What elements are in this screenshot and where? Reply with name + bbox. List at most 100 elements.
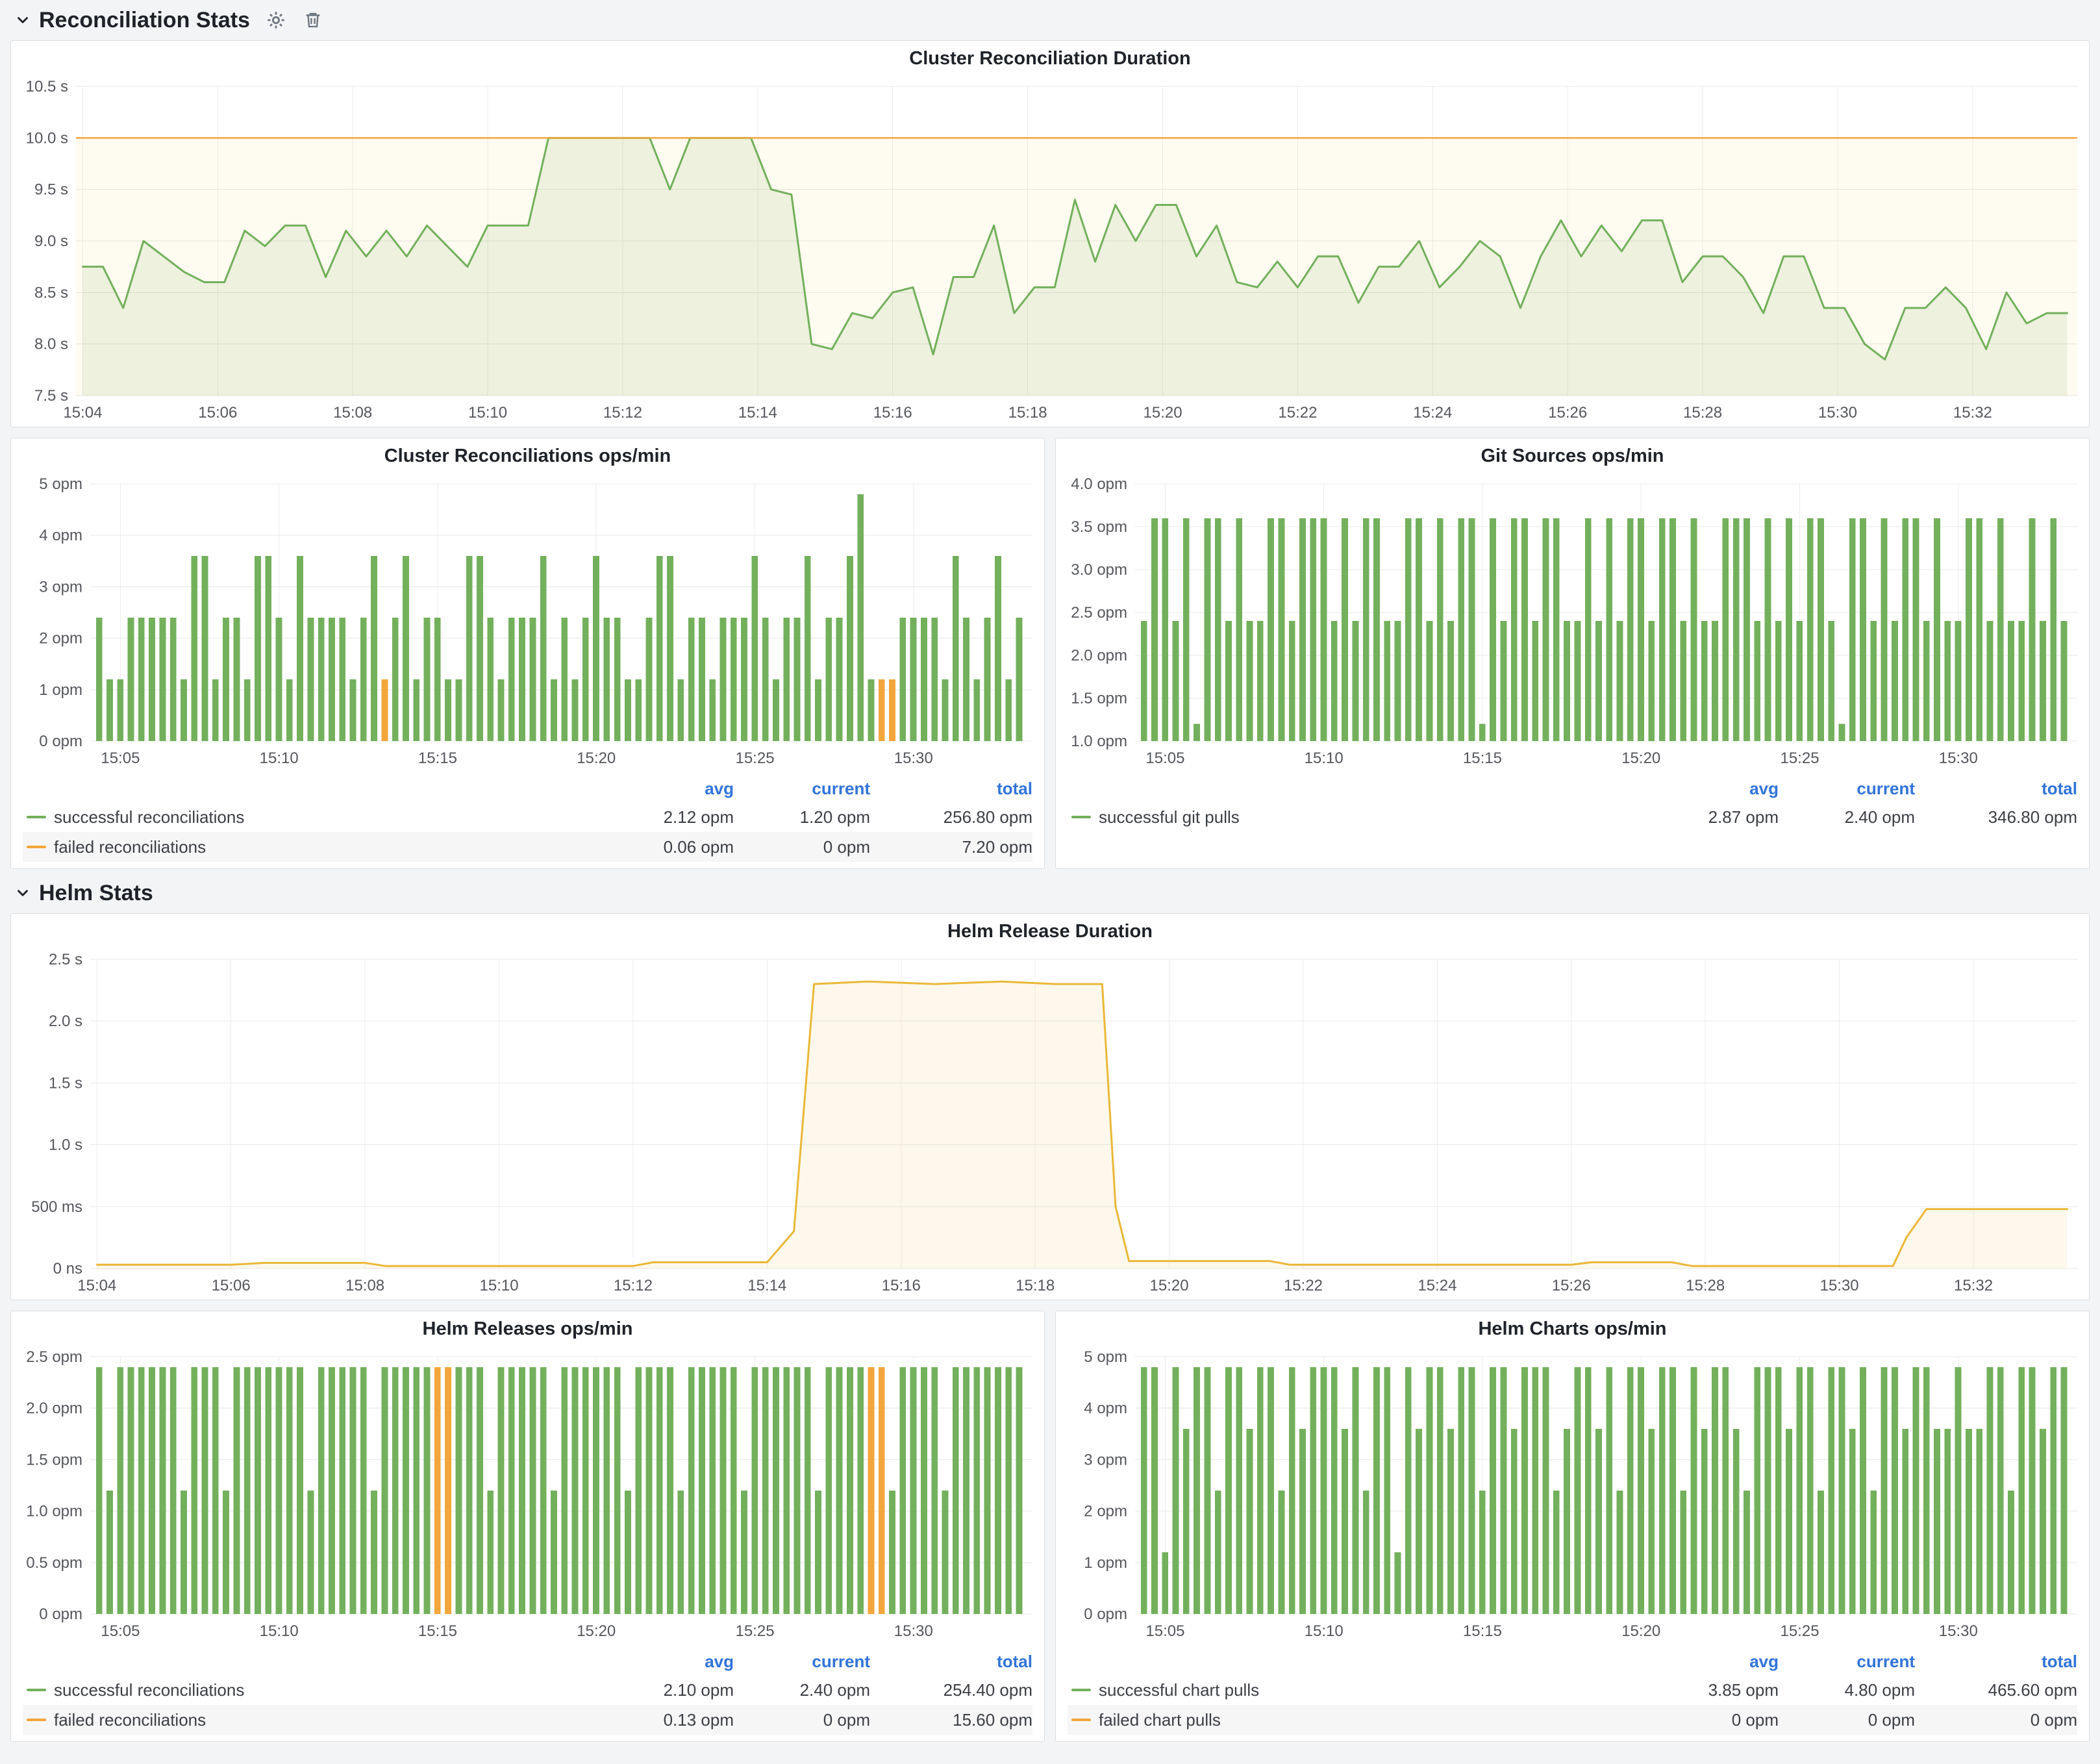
svg-text:0.5 opm: 0.5 opm — [26, 1554, 82, 1572]
svg-text:15:16: 15:16 — [882, 1277, 921, 1294]
cluster-reconciliations-opm-svg[interactable]: 15:0515:1015:1515:2015:2515:300 opm1 opm… — [11, 473, 1044, 772]
legend-total-value: 256.80 opm — [870, 807, 1032, 827]
svg-text:15:28: 15:28 — [1683, 404, 1722, 422]
legend-header-row: avg current total — [1068, 1648, 2077, 1675]
legend-avg-value: 0.06 opm — [591, 837, 734, 857]
legend-series-label[interactable]: failed reconciliations — [54, 1710, 206, 1730]
chart-git-sources-opm[interactable]: 15:0515:1015:1515:2015:2515:301.0 opm1.5… — [1056, 473, 2089, 772]
svg-text:1 opm: 1 opm — [39, 681, 82, 699]
svg-text:15:30: 15:30 — [894, 1622, 933, 1640]
svg-text:15:08: 15:08 — [333, 404, 372, 422]
svg-text:15:20: 15:20 — [1150, 1277, 1189, 1294]
legend-sort-avg[interactable]: avg — [591, 779, 734, 799]
svg-text:15:20: 15:20 — [577, 750, 616, 767]
svg-text:1.0 opm: 1.0 opm — [26, 1503, 82, 1520]
panel-title[interactable]: Helm Releases ops/min — [11, 1311, 1044, 1346]
legend-series-label[interactable]: failed chart pulls — [1099, 1710, 1221, 1730]
legend-current-value: 4.80 opm — [1779, 1680, 1915, 1700]
legend-series-label[interactable]: failed reconciliations — [54, 837, 206, 857]
panel-title[interactable]: Helm Release Duration — [11, 914, 2089, 949]
panel-title[interactable]: Cluster Reconciliation Duration — [11, 41, 2089, 76]
git-sources-opm-svg[interactable]: 15:0515:1015:1515:2015:2515:301.0 opm1.5… — [1056, 473, 2089, 772]
panel-title[interactable]: Helm Charts ops/min — [1056, 1311, 2089, 1346]
svg-text:2.5 opm: 2.5 opm — [1071, 604, 1127, 622]
section-header-reconciliation-stats[interactable]: Reconciliation Stats — [10, 0, 2090, 40]
chevron-down-icon — [14, 12, 31, 29]
legend-sort-current[interactable]: current — [734, 1652, 870, 1672]
chart-cluster-reconciliations-opm[interactable]: 15:0515:1015:1515:2015:2515:300 opm1 opm… — [11, 473, 1044, 772]
chart-cluster-reconciliation-duration[interactable]: 15:0415:0615:0815:1015:1215:1415:1615:18… — [11, 76, 2089, 427]
svg-text:3 opm: 3 opm — [39, 578, 82, 596]
legend-total-value: 346.80 opm — [1915, 807, 2077, 827]
legend-total-value: 7.20 opm — [870, 837, 1032, 857]
chart-helm-release-duration[interactable]: 15:0415:0615:0815:1015:1215:1415:1615:18… — [11, 949, 2089, 1300]
svg-text:15:28: 15:28 — [1686, 1277, 1725, 1294]
svg-text:15:25: 15:25 — [1780, 750, 1819, 767]
svg-text:0 opm: 0 opm — [39, 733, 82, 750]
chart-helm-releases-opm[interactable]: 15:0515:1015:1515:2015:2515:300 opm0.5 o… — [11, 1346, 1044, 1645]
svg-text:8.0 s: 8.0 s — [34, 336, 68, 353]
svg-text:2.0 opm: 2.0 opm — [1071, 647, 1127, 664]
panel-helm-charts-opm: Helm Charts ops/min 15:0515:1015:1515:20… — [1055, 1311, 2090, 1742]
legend-helm-releases: avg current total successful reconciliat… — [11, 1645, 1044, 1741]
legend-row-successful-reconciliations: successful reconciliations 2.10 opm 2.40… — [23, 1675, 1032, 1705]
panel-title[interactable]: Git Sources ops/min — [1056, 438, 2089, 473]
svg-text:15:15: 15:15 — [418, 750, 457, 767]
legend-row-failed-chart-pulls: failed chart pulls 0 opm 0 opm 0 opm — [1068, 1705, 2077, 1735]
series-color-dash — [1071, 816, 1091, 818]
section-title[interactable]: Helm Stats — [39, 881, 153, 906]
legend-sort-avg[interactable]: avg — [1636, 779, 1779, 799]
series-color-dash — [27, 816, 46, 818]
legend-current-value: 0 opm — [734, 1710, 870, 1730]
helm-releases-opm-svg[interactable]: 15:0515:1015:1515:2015:2515:300 opm0.5 o… — [11, 1346, 1044, 1645]
legend-sort-total[interactable]: total — [1915, 1652, 2077, 1672]
legend-total-value: 0 opm — [1915, 1710, 2077, 1730]
trash-icon[interactable] — [302, 9, 324, 31]
chevron-down-icon — [14, 885, 31, 901]
legend-series-label[interactable]: successful git pulls — [1099, 807, 1240, 827]
svg-text:5 opm: 5 opm — [1084, 1348, 1127, 1366]
section-header-helm-stats[interactable]: Helm Stats — [10, 873, 2090, 913]
gear-icon[interactable] — [264, 8, 288, 32]
panel-cluster-reconciliations-opm: Cluster Reconciliations ops/min 15:0515:… — [10, 438, 1045, 869]
panel-row-reconciliations: Cluster Reconciliations ops/min 15:0515:… — [10, 438, 2090, 869]
panel-title[interactable]: Cluster Reconciliations ops/min — [11, 438, 1044, 473]
legend-sort-avg[interactable]: avg — [1636, 1652, 1779, 1672]
legend-sort-current[interactable]: current — [1779, 1652, 1915, 1672]
svg-text:2 opm: 2 opm — [1084, 1503, 1127, 1520]
series-color-dash — [1071, 1689, 1091, 1691]
legend-series-label[interactable]: successful reconciliations — [54, 1680, 244, 1700]
legend-sort-total[interactable]: total — [870, 1652, 1032, 1672]
cluster-reconciliation-duration-svg[interactable]: 15:0415:0615:0815:1015:1215:1415:1615:18… — [11, 76, 2089, 427]
svg-text:15:10: 15:10 — [468, 404, 507, 422]
legend-current-value: 0 opm — [1779, 1710, 1915, 1730]
chart-helm-charts-opm[interactable]: 15:0515:1015:1515:2015:2515:300 opm1 opm… — [1056, 1346, 2089, 1645]
helm-charts-opm-svg[interactable]: 15:0515:1015:1515:2015:2515:300 opm1 opm… — [1056, 1346, 2089, 1645]
svg-text:15:22: 15:22 — [1278, 404, 1317, 422]
legend-row-successful-git-pulls: successful git pulls 2.87 opm 2.40 opm 3… — [1068, 802, 2077, 832]
svg-text:0 opm: 0 opm — [39, 1606, 82, 1623]
legend-series-label[interactable]: successful reconciliations — [54, 807, 244, 827]
section-title[interactable]: Reconciliation Stats — [39, 8, 250, 33]
legend-series-label[interactable]: successful chart pulls — [1099, 1680, 1259, 1700]
svg-text:15:04: 15:04 — [63, 404, 102, 422]
helm-release-duration-svg[interactable]: 15:0415:0615:0815:1015:1215:1415:1615:18… — [11, 949, 2089, 1300]
svg-text:15:18: 15:18 — [1008, 404, 1047, 422]
legend-total-value: 15.60 opm — [870, 1710, 1032, 1730]
legend-avg-value: 2.10 opm — [591, 1680, 734, 1700]
svg-text:15:10: 15:10 — [480, 1277, 519, 1294]
svg-text:15:22: 15:22 — [1284, 1277, 1323, 1294]
legend-sort-total[interactable]: total — [1915, 779, 2077, 799]
svg-text:4 opm: 4 opm — [1084, 1400, 1127, 1417]
svg-text:15:25: 15:25 — [735, 750, 774, 767]
legend-sort-total[interactable]: total — [870, 779, 1032, 799]
svg-text:15:15: 15:15 — [418, 1622, 457, 1640]
svg-text:1.5 opm: 1.5 opm — [26, 1451, 82, 1468]
svg-text:15:05: 15:05 — [1145, 750, 1184, 767]
legend-row-successful-reconciliations: successful reconciliations 2.12 opm 1.20… — [23, 802, 1032, 832]
legend-sort-current[interactable]: current — [1779, 779, 1915, 799]
svg-text:15:32: 15:32 — [1954, 1277, 1993, 1294]
svg-text:15:25: 15:25 — [735, 1622, 774, 1640]
legend-sort-current[interactable]: current — [734, 779, 870, 799]
legend-sort-avg[interactable]: avg — [591, 1652, 734, 1672]
